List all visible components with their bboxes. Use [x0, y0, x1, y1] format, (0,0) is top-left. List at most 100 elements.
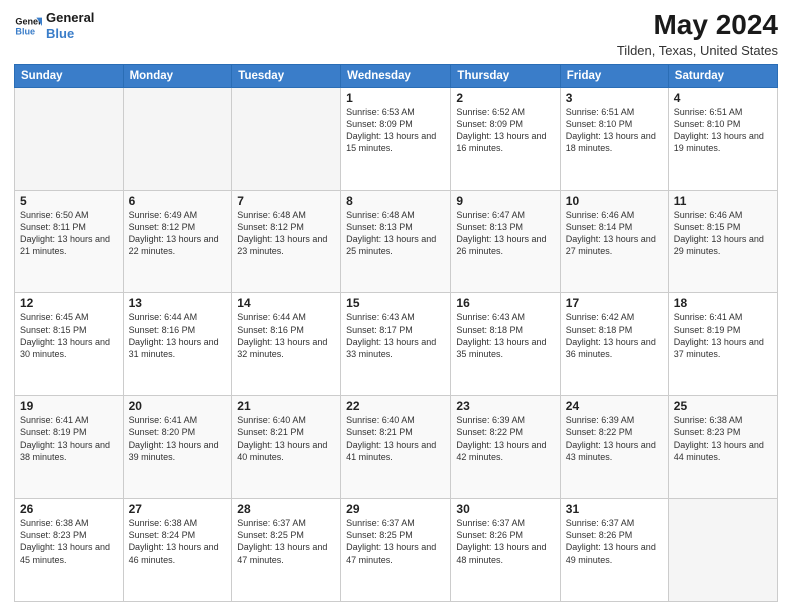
calendar-cell: 23Sunrise: 6:39 AM Sunset: 8:22 PM Dayli…	[451, 396, 560, 499]
day-number: 22	[346, 399, 445, 413]
day-number: 26	[20, 502, 118, 516]
day-number: 5	[20, 194, 118, 208]
calendar-cell: 12Sunrise: 6:45 AM Sunset: 8:15 PM Dayli…	[15, 293, 124, 396]
page: General Blue General Blue May 2024 Tilde…	[0, 0, 792, 612]
calendar-week-row: 5Sunrise: 6:50 AM Sunset: 8:11 PM Daylig…	[15, 190, 778, 293]
calendar-cell: 19Sunrise: 6:41 AM Sunset: 8:19 PM Dayli…	[15, 396, 124, 499]
day-info: Sunrise: 6:41 AM Sunset: 8:20 PM Dayligh…	[129, 414, 227, 463]
month-title: May 2024	[617, 10, 778, 41]
weekday-header: Wednesday	[341, 64, 451, 87]
top-section: General Blue General Blue May 2024 Tilde…	[14, 10, 778, 58]
calendar-cell: 28Sunrise: 6:37 AM Sunset: 8:25 PM Dayli…	[232, 499, 341, 602]
day-number: 16	[456, 296, 554, 310]
calendar-week-row: 26Sunrise: 6:38 AM Sunset: 8:23 PM Dayli…	[15, 499, 778, 602]
calendar-header-row: SundayMondayTuesdayWednesdayThursdayFrid…	[15, 64, 778, 87]
day-number: 8	[346, 194, 445, 208]
calendar-cell: 15Sunrise: 6:43 AM Sunset: 8:17 PM Dayli…	[341, 293, 451, 396]
day-info: Sunrise: 6:46 AM Sunset: 8:14 PM Dayligh…	[566, 209, 663, 258]
day-info: Sunrise: 6:51 AM Sunset: 8:10 PM Dayligh…	[674, 106, 772, 155]
logo-icon: General Blue	[14, 12, 42, 40]
logo-text: General Blue	[46, 10, 94, 41]
day-info: Sunrise: 6:47 AM Sunset: 8:13 PM Dayligh…	[456, 209, 554, 258]
day-info: Sunrise: 6:49 AM Sunset: 8:12 PM Dayligh…	[129, 209, 227, 258]
location-title: Tilden, Texas, United States	[617, 43, 778, 58]
weekday-header: Sunday	[15, 64, 124, 87]
day-info: Sunrise: 6:39 AM Sunset: 8:22 PM Dayligh…	[566, 414, 663, 463]
calendar-cell: 21Sunrise: 6:40 AM Sunset: 8:21 PM Dayli…	[232, 396, 341, 499]
day-info: Sunrise: 6:51 AM Sunset: 8:10 PM Dayligh…	[566, 106, 663, 155]
day-number: 1	[346, 91, 445, 105]
day-info: Sunrise: 6:38 AM Sunset: 8:24 PM Dayligh…	[129, 517, 227, 566]
calendar-cell: 10Sunrise: 6:46 AM Sunset: 8:14 PM Dayli…	[560, 190, 668, 293]
day-number: 6	[129, 194, 227, 208]
calendar-cell: 2Sunrise: 6:52 AM Sunset: 8:09 PM Daylig…	[451, 87, 560, 190]
day-number: 28	[237, 502, 335, 516]
day-info: Sunrise: 6:48 AM Sunset: 8:13 PM Dayligh…	[346, 209, 445, 258]
calendar-cell: 27Sunrise: 6:38 AM Sunset: 8:24 PM Dayli…	[123, 499, 232, 602]
day-number: 9	[456, 194, 554, 208]
day-number: 10	[566, 194, 663, 208]
day-info: Sunrise: 6:43 AM Sunset: 8:17 PM Dayligh…	[346, 311, 445, 360]
day-number: 7	[237, 194, 335, 208]
day-info: Sunrise: 6:37 AM Sunset: 8:26 PM Dayligh…	[456, 517, 554, 566]
day-number: 11	[674, 194, 772, 208]
day-info: Sunrise: 6:46 AM Sunset: 8:15 PM Dayligh…	[674, 209, 772, 258]
calendar-cell	[15, 87, 124, 190]
calendar-cell: 18Sunrise: 6:41 AM Sunset: 8:19 PM Dayli…	[668, 293, 777, 396]
logo: General Blue General Blue	[14, 10, 94, 41]
day-number: 2	[456, 91, 554, 105]
day-info: Sunrise: 6:44 AM Sunset: 8:16 PM Dayligh…	[237, 311, 335, 360]
day-info: Sunrise: 6:50 AM Sunset: 8:11 PM Dayligh…	[20, 209, 118, 258]
weekday-header: Friday	[560, 64, 668, 87]
calendar-cell: 11Sunrise: 6:46 AM Sunset: 8:15 PM Dayli…	[668, 190, 777, 293]
day-number: 4	[674, 91, 772, 105]
calendar-cell: 24Sunrise: 6:39 AM Sunset: 8:22 PM Dayli…	[560, 396, 668, 499]
calendar-cell: 9Sunrise: 6:47 AM Sunset: 8:13 PM Daylig…	[451, 190, 560, 293]
day-number: 23	[456, 399, 554, 413]
weekday-header: Saturday	[668, 64, 777, 87]
day-info: Sunrise: 6:37 AM Sunset: 8:25 PM Dayligh…	[346, 517, 445, 566]
day-info: Sunrise: 6:41 AM Sunset: 8:19 PM Dayligh…	[20, 414, 118, 463]
calendar-cell: 4Sunrise: 6:51 AM Sunset: 8:10 PM Daylig…	[668, 87, 777, 190]
day-number: 30	[456, 502, 554, 516]
day-info: Sunrise: 6:43 AM Sunset: 8:18 PM Dayligh…	[456, 311, 554, 360]
calendar-cell: 14Sunrise: 6:44 AM Sunset: 8:16 PM Dayli…	[232, 293, 341, 396]
day-number: 17	[566, 296, 663, 310]
day-number: 27	[129, 502, 227, 516]
day-number: 24	[566, 399, 663, 413]
calendar-cell: 20Sunrise: 6:41 AM Sunset: 8:20 PM Dayli…	[123, 396, 232, 499]
calendar-cell: 29Sunrise: 6:37 AM Sunset: 8:25 PM Dayli…	[341, 499, 451, 602]
header-right: May 2024 Tilden, Texas, United States	[617, 10, 778, 58]
day-info: Sunrise: 6:37 AM Sunset: 8:26 PM Dayligh…	[566, 517, 663, 566]
day-info: Sunrise: 6:48 AM Sunset: 8:12 PM Dayligh…	[237, 209, 335, 258]
day-info: Sunrise: 6:42 AM Sunset: 8:18 PM Dayligh…	[566, 311, 663, 360]
calendar-cell: 16Sunrise: 6:43 AM Sunset: 8:18 PM Dayli…	[451, 293, 560, 396]
calendar-week-row: 19Sunrise: 6:41 AM Sunset: 8:19 PM Dayli…	[15, 396, 778, 499]
calendar-cell: 22Sunrise: 6:40 AM Sunset: 8:21 PM Dayli…	[341, 396, 451, 499]
day-number: 13	[129, 296, 227, 310]
svg-text:Blue: Blue	[15, 26, 35, 36]
day-number: 12	[20, 296, 118, 310]
calendar-cell: 25Sunrise: 6:38 AM Sunset: 8:23 PM Dayli…	[668, 396, 777, 499]
weekday-header: Tuesday	[232, 64, 341, 87]
calendar-cell: 1Sunrise: 6:53 AM Sunset: 8:09 PM Daylig…	[341, 87, 451, 190]
day-number: 31	[566, 502, 663, 516]
day-info: Sunrise: 6:37 AM Sunset: 8:25 PM Dayligh…	[237, 517, 335, 566]
day-info: Sunrise: 6:45 AM Sunset: 8:15 PM Dayligh…	[20, 311, 118, 360]
day-info: Sunrise: 6:44 AM Sunset: 8:16 PM Dayligh…	[129, 311, 227, 360]
day-number: 19	[20, 399, 118, 413]
day-info: Sunrise: 6:39 AM Sunset: 8:22 PM Dayligh…	[456, 414, 554, 463]
calendar-cell: 7Sunrise: 6:48 AM Sunset: 8:12 PM Daylig…	[232, 190, 341, 293]
day-info: Sunrise: 6:41 AM Sunset: 8:19 PM Dayligh…	[674, 311, 772, 360]
calendar-cell: 31Sunrise: 6:37 AM Sunset: 8:26 PM Dayli…	[560, 499, 668, 602]
day-number: 15	[346, 296, 445, 310]
day-number: 29	[346, 502, 445, 516]
calendar-cell: 26Sunrise: 6:38 AM Sunset: 8:23 PM Dayli…	[15, 499, 124, 602]
day-number: 14	[237, 296, 335, 310]
calendar-cell: 30Sunrise: 6:37 AM Sunset: 8:26 PM Dayli…	[451, 499, 560, 602]
day-info: Sunrise: 6:40 AM Sunset: 8:21 PM Dayligh…	[237, 414, 335, 463]
calendar-table: SundayMondayTuesdayWednesdayThursdayFrid…	[14, 64, 778, 602]
calendar-cell: 17Sunrise: 6:42 AM Sunset: 8:18 PM Dayli…	[560, 293, 668, 396]
calendar-cell: 6Sunrise: 6:49 AM Sunset: 8:12 PM Daylig…	[123, 190, 232, 293]
day-number: 21	[237, 399, 335, 413]
